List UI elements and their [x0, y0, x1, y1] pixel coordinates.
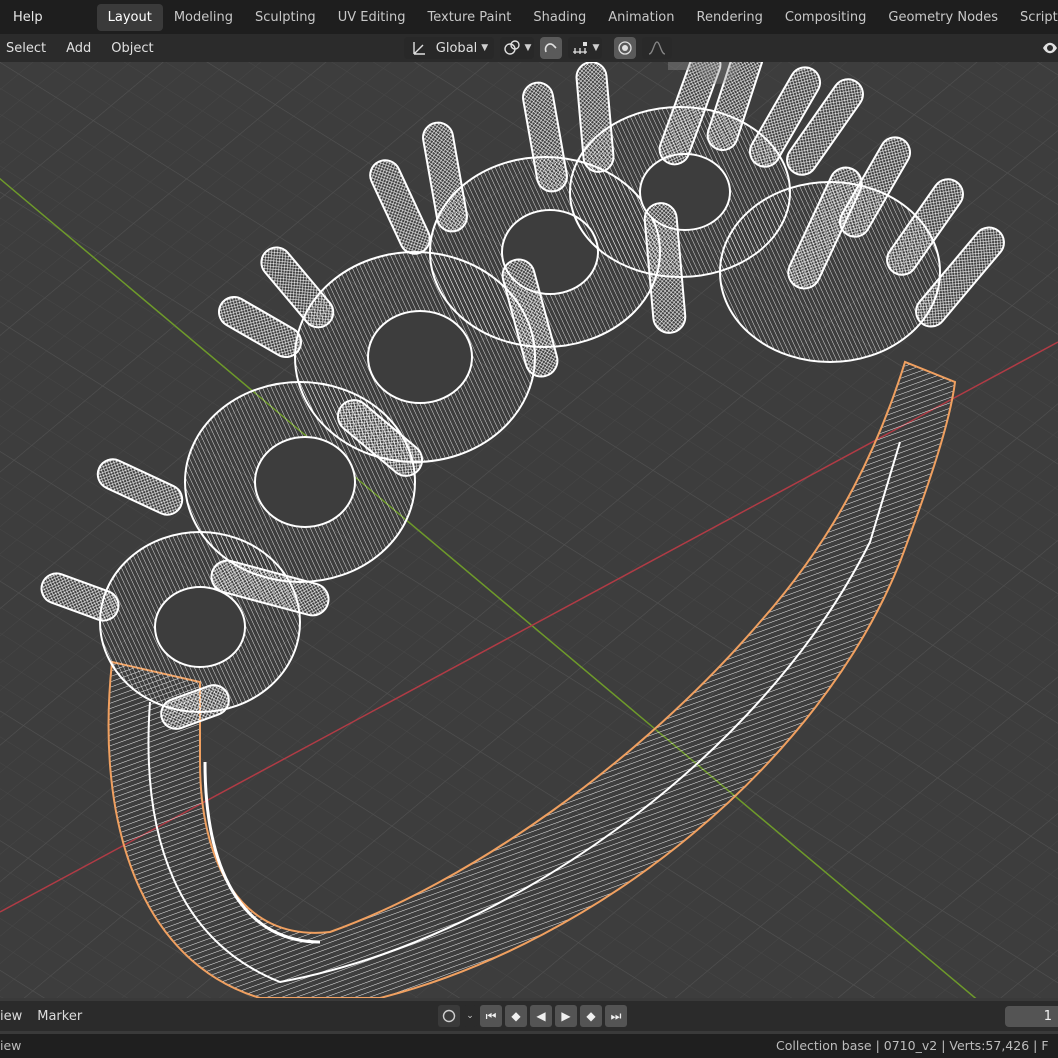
viewport-header: Select Add Object Global ▼ ▼ ▼ [0, 34, 1058, 62]
tab-layout[interactable]: Layout [96, 3, 163, 31]
active-object: 0710_v2 [883, 1038, 938, 1053]
viewport-tools: Global ▼ ▼ ▼ [404, 37, 672, 59]
viewport-canvas[interactable] [0, 62, 1058, 998]
record-icon [442, 1009, 456, 1023]
play-reverse-button[interactable]: ◀ [530, 1005, 552, 1027]
scene-statistics: Collection base | 0710_v2 | Verts:57,426… [776, 1038, 1049, 1053]
face-count-truncated: F [1041, 1038, 1049, 1053]
playback-controls: ⌄ ⏮ ◆ ◀ ▶ ◆ ⏭ [438, 1005, 627, 1027]
jump-to-keyframe-next-button[interactable]: ◆ [580, 1005, 602, 1027]
chevron-down-icon: ⌄ [466, 1011, 474, 1021]
workspace-topbar: Help Layout Modeling Sculpting UV Editin… [0, 0, 1058, 34]
proportional-edit-icon [618, 41, 632, 55]
tab-texture-paint[interactable]: Texture Paint [417, 4, 523, 31]
tab-scripting[interactable]: Scripting [1009, 4, 1058, 31]
timeline-header: iew Marker ⌄ ⏮ ◆ ◀ ▶ ◆ ⏭ 1 [0, 1001, 1058, 1031]
snap-increment-icon [572, 42, 587, 54]
tab-sculpting[interactable]: Sculpting [244, 4, 327, 31]
play-button[interactable]: ▶ [555, 1005, 577, 1027]
3d-viewport[interactable] [0, 62, 1058, 998]
keying-dropdown[interactable]: ⌄ [463, 1005, 477, 1027]
jump-to-keyframe-prev-button[interactable]: ◆ [505, 1005, 527, 1027]
proportional-edit-toggle[interactable] [614, 37, 636, 59]
tab-shading[interactable]: Shading [522, 4, 597, 31]
jump-to-start-button[interactable]: ⏮ [480, 1005, 502, 1027]
jump-to-end-button[interactable]: ⏭ [605, 1005, 627, 1027]
add-menu[interactable]: Add [60, 41, 97, 56]
pivot-point-icon [503, 40, 520, 55]
tab-rendering[interactable]: Rendering [686, 4, 774, 31]
play-icon: ▶ [561, 1009, 571, 1023]
marker-menu[interactable]: Marker [37, 1009, 82, 1024]
tab-compositing[interactable]: Compositing [774, 4, 878, 31]
vertex-count: Verts:57,426 [949, 1038, 1030, 1053]
transform-orientation-dropdown[interactable]: Global ▼ [404, 37, 494, 59]
falloff-dropdown[interactable] [642, 37, 672, 59]
tab-animation[interactable]: Animation [597, 4, 685, 31]
tab-geometry-nodes[interactable]: Geometry Nodes [877, 4, 1009, 31]
view-menu[interactable]: iew [0, 1009, 22, 1024]
chevron-down-icon: ▼ [481, 43, 489, 53]
stat-separator: | [875, 1038, 884, 1053]
snap-magnet-icon [544, 43, 557, 53]
transform-orientation-label: Global [435, 40, 478, 56]
falloff-curve-icon [648, 41, 666, 55]
jump-start-icon: ⏮ [485, 1008, 497, 1023]
tab-modeling[interactable]: Modeling [163, 4, 244, 31]
help-menu[interactable]: Help [0, 10, 55, 25]
keying-toggle[interactable] [438, 1005, 460, 1027]
chevron-down-icon: ▼ [592, 43, 600, 53]
tab-uv-editing[interactable]: UV Editing [327, 4, 417, 31]
prev-keyframe-icon: ◆ [511, 1009, 521, 1023]
pivot-point-dropdown[interactable]: ▼ [500, 37, 534, 59]
select-menu[interactable]: Select [0, 41, 52, 56]
status-left-text: iew [0, 1038, 22, 1053]
snap-target-dropdown[interactable]: ▼ [568, 37, 602, 59]
chevron-down-icon: ▼ [524, 43, 532, 53]
workspace-tabs: Layout Modeling Sculpting UV Editing Tex… [96, 3, 1058, 31]
jump-end-icon: ⏭ [610, 1008, 622, 1023]
play-reverse-icon: ◀ [536, 1009, 546, 1023]
next-keyframe-icon: ◆ [586, 1009, 596, 1023]
snap-toggle[interactable] [540, 37, 562, 59]
transform-orientation-icon [413, 42, 425, 55]
object-menu[interactable]: Object [105, 41, 159, 56]
viewport-menus: Select Add Object [0, 41, 160, 56]
active-collection: Collection base [776, 1038, 872, 1053]
eye-icon[interactable] [1042, 38, 1058, 58]
status-bar: iew Collection base | 0710_v2 | Verts:57… [0, 1034, 1058, 1058]
current-frame-field[interactable]: 1 [1005, 1006, 1058, 1027]
